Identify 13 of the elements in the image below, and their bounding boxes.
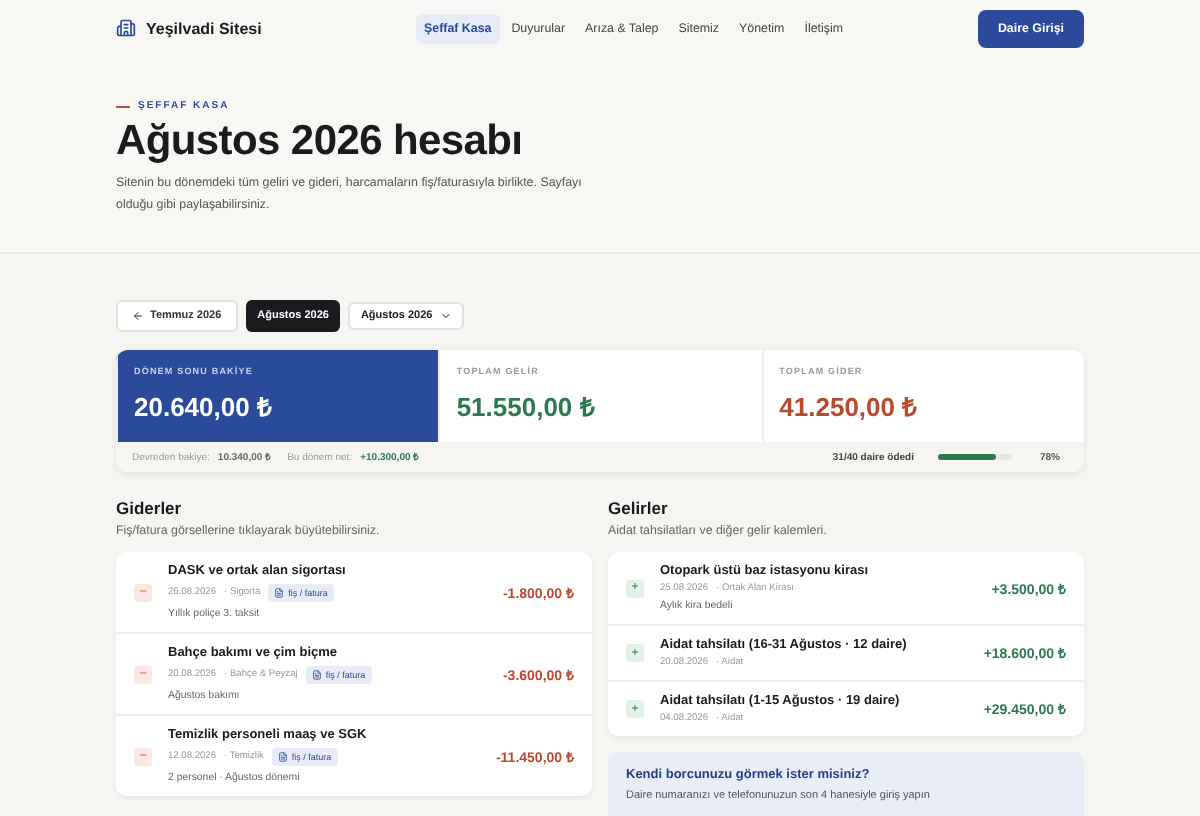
- arrow-left-icon: [132, 310, 144, 322]
- section-title: Gelirler: [608, 498, 670, 518]
- document-icon: [277, 752, 288, 762]
- building-icon: [116, 18, 136, 38]
- stat-value: 51.550,00 ₺: [456, 390, 597, 424]
- document-icon: [274, 588, 285, 598]
- chevron-down-icon: [440, 310, 453, 322]
- site-name: Yeşilvadi Sitesi: [146, 19, 262, 37]
- page-title: Ağustos 2026 hesabı: [116, 118, 525, 166]
- section-title: Giderler: [116, 498, 184, 518]
- stat-value: 20.640,00 ₺: [134, 390, 274, 424]
- stat-value: 41.250,00 ₺: [779, 390, 919, 424]
- document-icon: [311, 670, 322, 680]
